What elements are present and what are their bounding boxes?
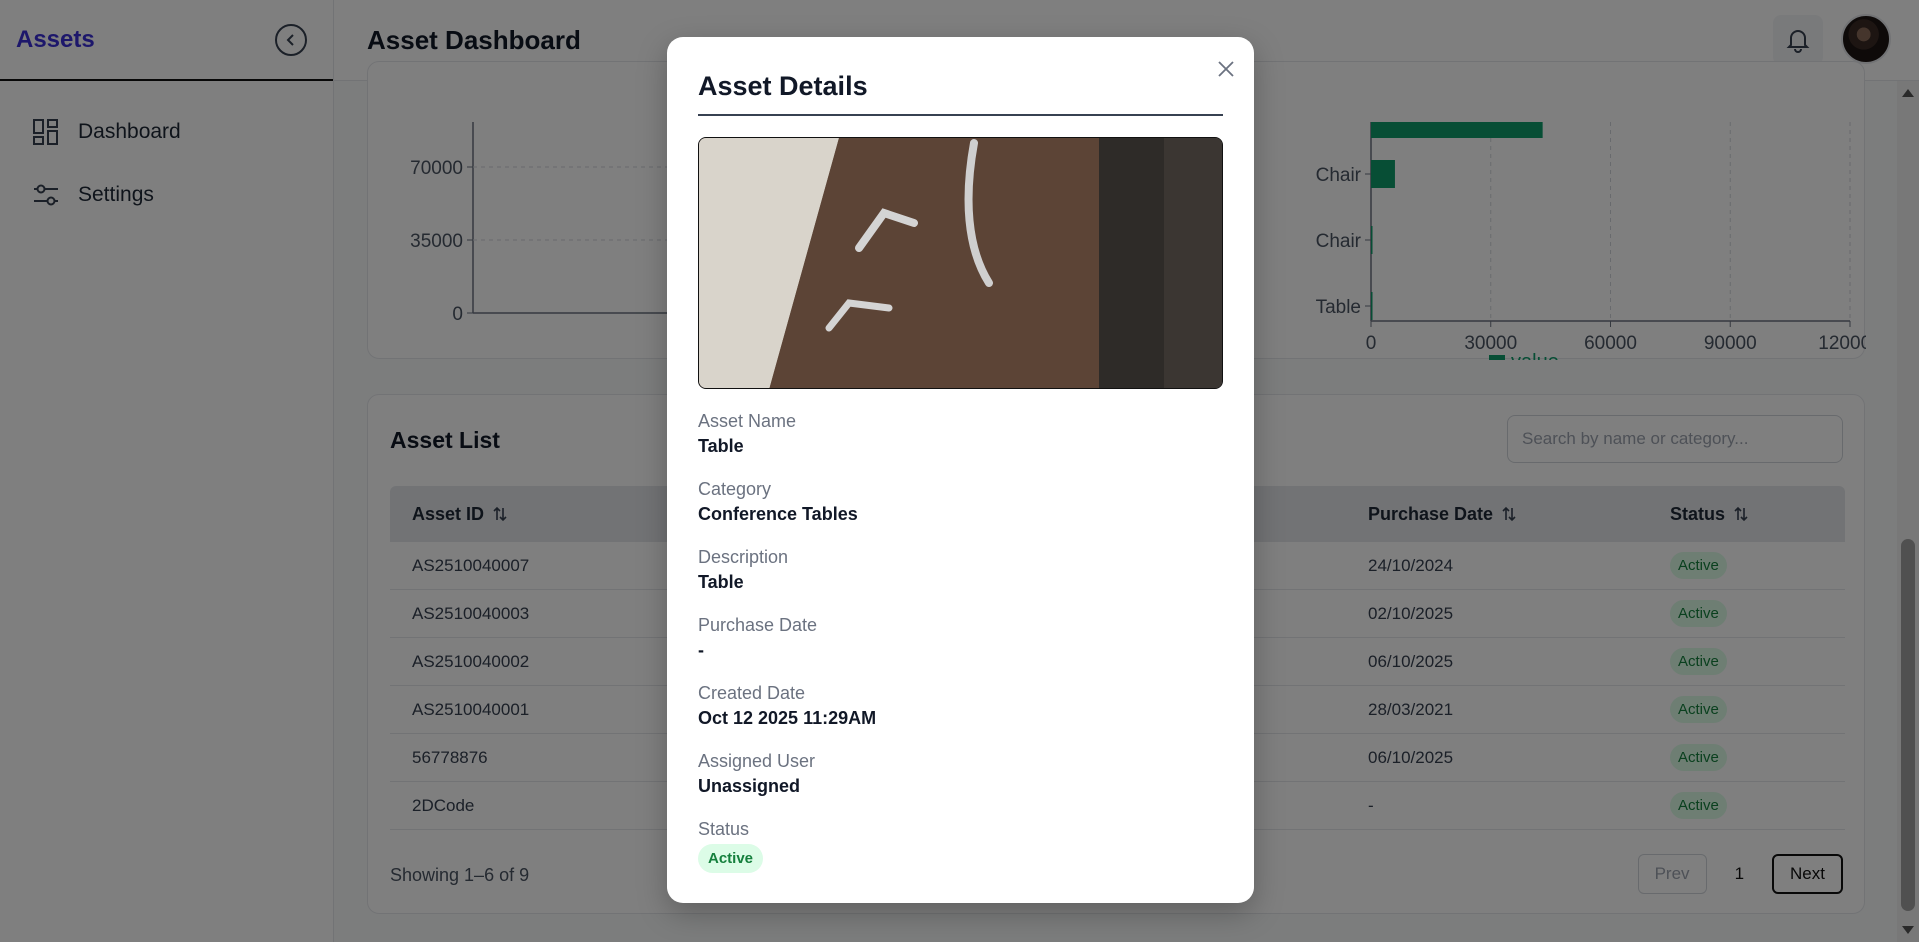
field-category: Category Conference Tables	[698, 479, 858, 525]
field-value: Oct 12 2025 11:29AM	[698, 708, 877, 728]
field-value: Unassigned	[698, 776, 801, 796]
field-label: Assigned User	[698, 751, 816, 771]
modal-title: Asset Details	[698, 71, 868, 101]
field-value: Table	[698, 572, 744, 592]
field-created-date: Created Date Oct 12 2025 11:29AM	[698, 683, 876, 729]
field-assigned-user: Assigned User Unassigned	[698, 751, 815, 797]
field-label: Category	[698, 479, 772, 499]
field-value: Table	[698, 436, 744, 456]
field-description: Description Table	[698, 547, 788, 593]
field-label: Status	[698, 819, 750, 839]
close-modal-button[interactable]	[1212, 55, 1240, 83]
field-value: -	[698, 640, 704, 660]
field-label: Purchase Date	[698, 615, 818, 635]
field-purchase-date: Purchase Date -	[698, 615, 817, 661]
field-label: Created Date	[698, 683, 806, 703]
asset-details-modal: Asset Details Asset Name Table Category …	[667, 37, 1254, 903]
field-label: Description	[698, 547, 789, 567]
close-icon	[1218, 61, 1234, 77]
modal-divider	[698, 114, 1223, 116]
field-status: Status Active	[698, 819, 764, 873]
field-label: Asset Name	[698, 411, 797, 431]
status-badge: Active	[698, 844, 764, 873]
asset-photo	[698, 137, 1223, 389]
asset-photo-image	[699, 138, 1222, 388]
field-value: Conference Tables	[698, 504, 858, 524]
field-asset-name: Asset Name Table	[698, 411, 796, 457]
